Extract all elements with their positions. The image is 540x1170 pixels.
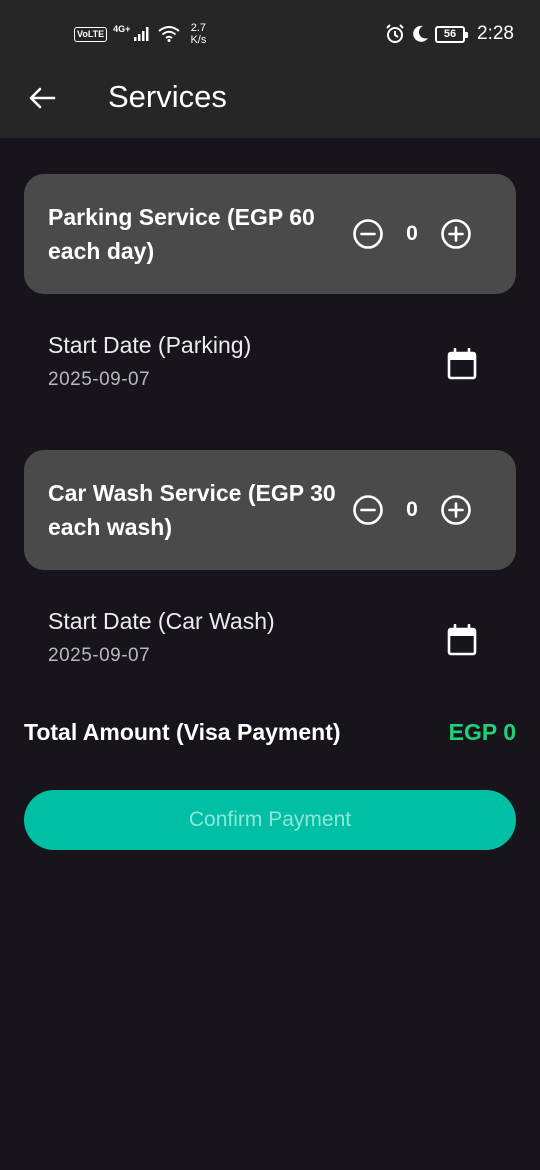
clock: 2:28 [477, 23, 514, 44]
parking-date-picker-button[interactable] [444, 346, 480, 382]
car-wash-decrease-button[interactable] [350, 492, 386, 528]
calendar-icon [447, 348, 477, 380]
wifi-icon [158, 26, 181, 42]
calendar-icon [447, 624, 477, 656]
parking-start-date-value: 2025-09-07 [48, 369, 151, 390]
battery-icon: 56 [435, 25, 469, 43]
network-type: 4G+ [113, 24, 131, 34]
confirm-payment-button[interactable]: Confirm Payment [24, 790, 516, 850]
parking-start-date-row[interactable]: Start Date (Parking) 2025-09-07 [24, 330, 516, 420]
minus-circle-icon [353, 495, 383, 525]
app-bar: Services [0, 66, 540, 138]
signal-icon [134, 27, 149, 41]
speed-unit: K/s [190, 34, 207, 46]
minus-circle-icon [353, 219, 383, 249]
car-wash-increase-button[interactable] [438, 492, 474, 528]
status-left: VoLTE 4G+ 2.7 K/s [74, 20, 206, 48]
page-title: Services [108, 79, 227, 114]
car-wash-quantity: 0 [406, 498, 418, 521]
total-amount-value: EGP 0 [448, 719, 516, 745]
parking-quantity: 0 [406, 222, 418, 245]
status-bar: VoLTE 4G+ 2.7 K/s 56 2:28 [0, 0, 540, 66]
moon-icon [413, 25, 429, 42]
car-wash-quantity-stepper: 0 [350, 492, 474, 528]
parking-increase-button[interactable] [438, 216, 474, 252]
alarm-icon [386, 24, 404, 43]
total-amount-row: Total Amount (Visa Payment) EGP 0 [24, 714, 516, 750]
speed-value: 2.7 [190, 22, 207, 34]
parking-decrease-button[interactable] [350, 216, 386, 252]
parking-service-card: Parking Service (EGP 60 each day) 0 [24, 174, 516, 294]
car-wash-start-date-row[interactable]: Start Date (Car Wash) 2025-09-07 [24, 606, 516, 696]
plus-circle-icon [441, 219, 471, 249]
parking-service-title: Parking Service (EGP 60 each day) [48, 204, 315, 264]
volte-badge: VoLTE [74, 26, 108, 42]
car-wash-start-date-value: 2025-09-07 [48, 645, 151, 666]
parking-start-date-label: Start Date (Parking) [48, 332, 252, 358]
car-wash-service-title: Car Wash Service (EGP 30 each wash) [48, 480, 336, 540]
top-bar: VoLTE 4G+ 2.7 K/s 56 2:28 Services [0, 0, 540, 138]
total-amount-label: Total Amount (Visa Payment) [24, 719, 341, 745]
back-button[interactable] [22, 78, 62, 118]
car-wash-service-card: Car Wash Service (EGP 30 each wash) 0 [24, 450, 516, 570]
arrow-left-icon [29, 87, 56, 109]
status-right: 56 2:28 [385, 20, 514, 48]
car-wash-date-picker-button[interactable] [444, 622, 480, 658]
car-wash-start-date-label: Start Date (Car Wash) [48, 608, 275, 634]
parking-quantity-stepper: 0 [350, 216, 474, 252]
plus-circle-icon [441, 495, 471, 525]
network-speed: 2.7 K/s [190, 22, 206, 46]
